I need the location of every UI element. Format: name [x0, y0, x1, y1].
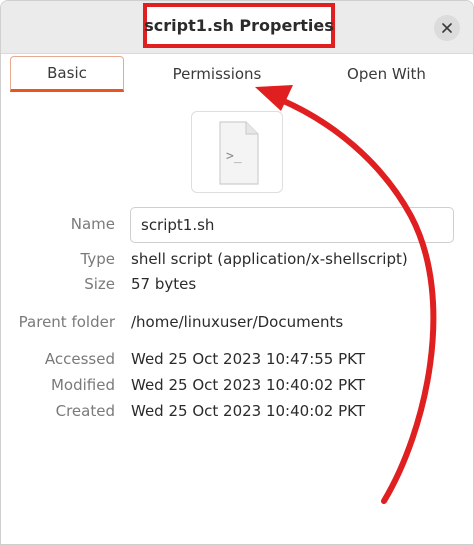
- accessed-value: Wed 25 Oct 2023 10:47:55 PKT: [131, 350, 365, 368]
- type-value: shell script (application/x-shellscript): [131, 250, 408, 268]
- close-button[interactable]: [434, 15, 460, 41]
- window-title: script1.sh Properties: [144, 16, 334, 35]
- tab-permissions[interactable]: Permissions: [157, 56, 277, 92]
- type-label: Type: [80, 250, 115, 268]
- properties-window: script1.sh Properties Basic Permissions …: [0, 0, 474, 545]
- file-icon-glyph: >_: [226, 149, 242, 164]
- name-label: Name: [70, 215, 115, 233]
- tab-open-with[interactable]: Open With: [329, 56, 444, 92]
- parent-folder-label: Parent folder: [18, 313, 115, 331]
- name-input[interactable]: [130, 207, 454, 243]
- shell-script-file-icon: >_: [219, 121, 259, 185]
- parent-folder-value: /home/linuxuser/Documents: [131, 313, 344, 331]
- size-value: 57 bytes: [131, 275, 197, 293]
- file-icon-frame[interactable]: >_: [191, 111, 283, 193]
- modified-label: Modified: [50, 376, 115, 394]
- tab-basic[interactable]: Basic: [10, 56, 124, 92]
- title-bar[interactable]: script1.sh Properties: [1, 1, 473, 54]
- created-label: Created: [55, 402, 115, 420]
- close-icon: [442, 23, 452, 33]
- title-highlight-box: script1.sh Properties: [143, 3, 335, 48]
- modified-value: Wed 25 Oct 2023 10:40:02 PKT: [131, 376, 365, 394]
- created-value: Wed 25 Oct 2023 10:40:02 PKT: [131, 402, 365, 420]
- accessed-label: Accessed: [44, 350, 115, 368]
- tab-bar: Basic Permissions Open With: [1, 54, 473, 96]
- size-label: Size: [84, 275, 115, 293]
